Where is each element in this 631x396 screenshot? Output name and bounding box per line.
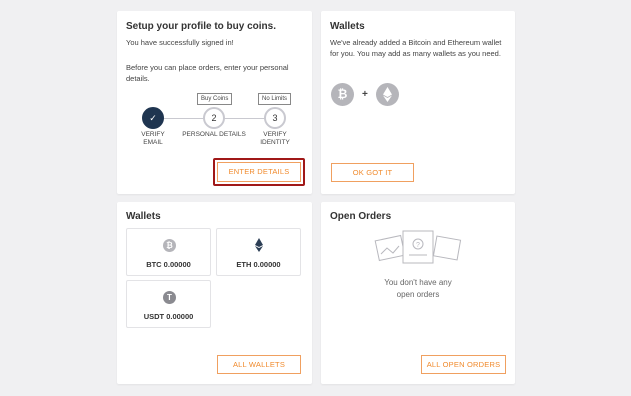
signed-in-text: You have successfully signed in! [126, 38, 234, 47]
step-verify-email: ✓ [142, 107, 164, 129]
step-personal-details: 2 [203, 107, 225, 129]
tether-icon: T [163, 291, 176, 304]
wallets-card: Wallets ₿ BTC 0.00000 ETH 0.00000 T USDT… [117, 202, 312, 384]
ethereum-icon [376, 83, 399, 106]
wallet-usdt-label: USDT 0.00000 [143, 312, 194, 321]
step-label-verify-identity: VERIFY IDENTITY [260, 131, 290, 146]
setup-profile-card: Setup your profile to buy coins. You hav… [117, 11, 312, 194]
ok-got-it-button[interactable]: OK GOT IT [331, 163, 414, 182]
enter-details-button[interactable]: ENTER DETAILS [217, 162, 301, 182]
wallets-info-text: We've already added a Bitcoin and Ethere… [330, 38, 502, 58]
wallets-info-title: Wallets [330, 21, 365, 32]
plus-sign: + [362, 89, 368, 100]
wallet-eth[interactable]: ETH 0.00000 [216, 228, 301, 276]
wallets-info-card: Wallets We've already added a Bitcoin an… [321, 11, 515, 194]
svg-text:?: ? [416, 242, 420, 249]
bitcoin-icon: ₿ [331, 83, 354, 106]
setup-title: Setup your profile to buy coins. [126, 21, 277, 32]
ethereum-icon [254, 238, 264, 252]
wallet-usdt[interactable]: T USDT 0.00000 [126, 280, 211, 328]
wallet-btc[interactable]: ₿ BTC 0.00000 [126, 228, 211, 276]
wallet-btc-label: BTC 0.00000 [146, 260, 191, 269]
open-orders-title: Open Orders [330, 211, 392, 222]
empty-orders-illustration: ? [371, 226, 466, 268]
bitcoin-icon: ₿ [163, 239, 176, 252]
all-wallets-button[interactable]: ALL WALLETS [217, 355, 301, 374]
instructions-text: Before you can place orders, enter your … [126, 63, 289, 83]
empty-orders-text: You don't have any open orders [384, 278, 452, 299]
step-verify-identity: 3 [264, 107, 286, 129]
no-limits-tag: No Limits [258, 93, 292, 105]
wallets-title: Wallets [126, 211, 161, 222]
all-open-orders-button[interactable]: ALL OPEN ORDERS [421, 355, 506, 374]
open-orders-card: Open Orders ? You don't have any open or… [321, 202, 515, 384]
buy-coins-tag: Buy Coins [197, 93, 233, 105]
wallet-eth-label: ETH 0.00000 [236, 260, 281, 269]
step-label-personal-details: PERSONAL DETAILS [182, 131, 246, 138]
step-label-verify-email: VERIFY EMAIL [141, 131, 165, 146]
